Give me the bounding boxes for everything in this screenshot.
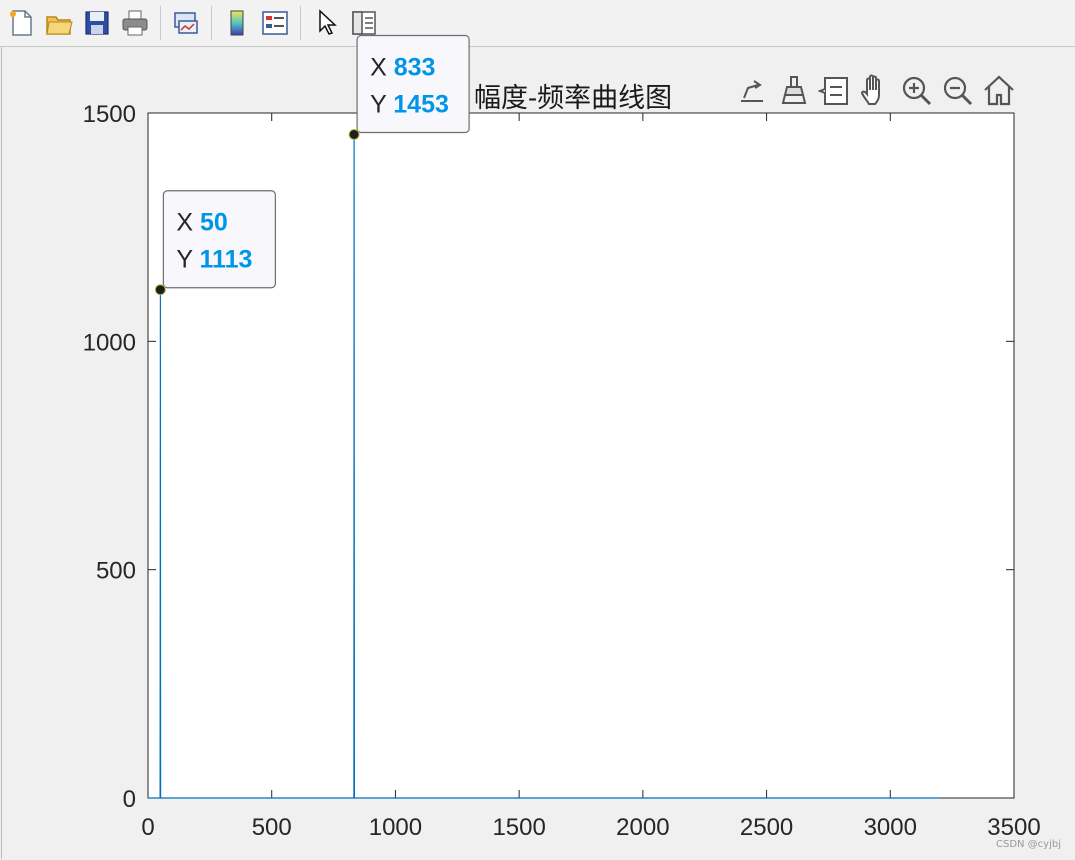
data-tips-icon[interactable] [816, 72, 853, 110]
x-tick-label: 500 [252, 814, 292, 841]
zoom-out-icon[interactable] [939, 72, 976, 110]
x-tick-label: 2000 [616, 814, 669, 841]
datatip[interactable]: X 50Y 1113 [154, 190, 276, 296]
x-tick-label: 1000 [369, 814, 422, 841]
axes-toolbar [734, 72, 1017, 110]
x-tick-label: 3500 [987, 814, 1040, 841]
datatip-y: Y 1113 [176, 246, 252, 274]
y-tick-label: 1000 [83, 329, 136, 356]
datatip-marker[interactable] [348, 128, 360, 140]
x-tick-label: 3000 [864, 814, 917, 841]
datatip-x: X 50 [176, 209, 227, 237]
x-tick-label: 0 [141, 814, 154, 841]
datatip-y: Y 1453 [370, 90, 449, 118]
y-tick-label: 1500 [83, 101, 136, 128]
datatip-y-label: Y [176, 246, 199, 274]
export-icon[interactable] [734, 72, 771, 110]
axes-background [147, 112, 1015, 799]
watermark: CSDN @cyjbj [995, 839, 1061, 850]
brush-icon[interactable] [775, 72, 812, 110]
x-tick-label: 1500 [492, 814, 545, 841]
datatip-marker[interactable] [154, 284, 166, 296]
datatip-x-value: 833 [394, 53, 436, 81]
chart-area: 0 500 1000 1500 2000 2500 3000 3500 0 500 1000 150… [83, 34, 1041, 841]
datatip-y-value: 1453 [393, 90, 449, 118]
chart-title: 幅度-频率曲线图 [474, 83, 673, 114]
datatip-x-value: 50 [200, 209, 228, 237]
y-tick-label: 0 [123, 786, 136, 813]
datatip-x: X 833 [370, 53, 435, 81]
pan-icon[interactable] [857, 72, 894, 110]
datatip-y-label: Y [370, 90, 393, 118]
datatip-y-value: 1113 [200, 246, 253, 274]
y-tick-label: 500 [96, 558, 136, 585]
home-icon[interactable] [980, 72, 1017, 110]
zoom-in-icon[interactable] [898, 72, 935, 110]
datatip[interactable]: X 833Y 1453 [348, 34, 470, 140]
datatip-x-label: X [370, 53, 394, 81]
x-tick-label: 2500 [740, 814, 793, 841]
datatip-x-label: X [176, 209, 200, 237]
